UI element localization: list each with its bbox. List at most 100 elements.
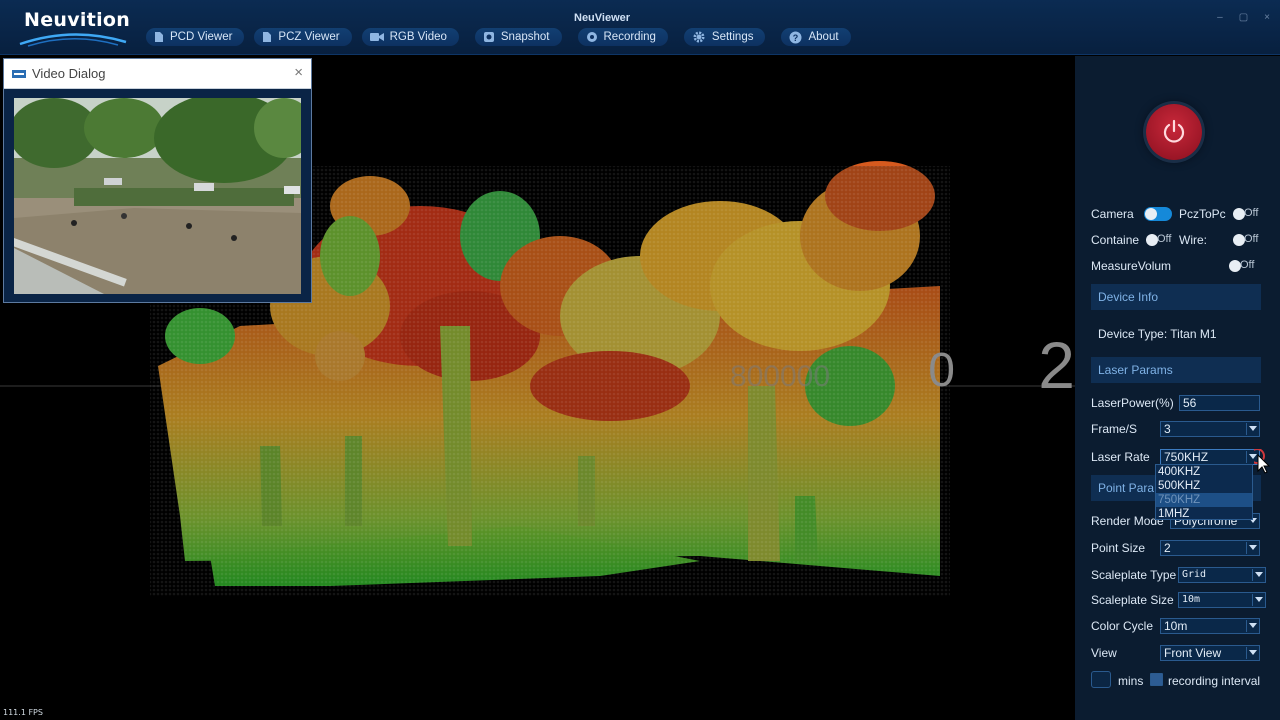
dropdown-option[interactable]: 500KHZ xyxy=(1156,479,1252,493)
color-cycle-label: Color Cycle xyxy=(1091,619,1154,633)
measure-volume-label: MeasureVolum xyxy=(1091,259,1172,273)
select-value: Grid xyxy=(1182,569,1207,580)
tab-settings[interactable]: Settings xyxy=(683,28,766,46)
recording-interval-checkbox[interactable] xyxy=(1150,673,1163,686)
laser-power-label: LaserPower(%) xyxy=(1091,396,1174,410)
toggle-state: Off xyxy=(1244,233,1259,245)
render-mode-label: Render Mode xyxy=(1091,514,1164,528)
gear-icon xyxy=(693,31,705,43)
chevron-down-icon xyxy=(1249,623,1257,628)
pcztopc-toggle[interactable]: Off xyxy=(1232,207,1260,221)
app-title: NeuViewer xyxy=(574,12,631,24)
tab-label: Recording xyxy=(603,31,656,43)
view-label: View xyxy=(1091,646,1117,660)
video-camera-icon xyxy=(369,33,384,41)
grid-scale-overlay: 800000 xyxy=(730,360,830,393)
select-value: Front View xyxy=(1164,646,1222,660)
laser-params-header[interactable]: Laser Params xyxy=(1091,357,1261,383)
mins-label: mins xyxy=(1118,674,1144,688)
grid-scale-label-partial: 0 xyxy=(928,344,955,397)
tab-about[interactable]: ? About xyxy=(781,28,851,46)
tab-snapshot[interactable]: Snapshot xyxy=(474,28,562,46)
device-info-header[interactable]: Device Info xyxy=(1091,284,1261,310)
frame-rate-select[interactable]: 3 xyxy=(1160,421,1260,437)
measure-volume-toggle[interactable]: Off xyxy=(1228,259,1256,273)
dropdown-option[interactable]: 400KHZ xyxy=(1156,465,1252,479)
fps-counter: 111.1 FPS xyxy=(3,708,43,717)
maximize-button[interactable]: ▢ xyxy=(1239,12,1248,23)
toggle-knob xyxy=(1145,208,1157,220)
toggle-state: Off xyxy=(1157,233,1172,245)
select-divider xyxy=(1246,620,1247,632)
pcztopc-label: PczToPc xyxy=(1179,207,1226,221)
tab-label: PCZ Viewer xyxy=(278,31,340,43)
tab-rgb-video[interactable]: RGB Video xyxy=(361,28,459,46)
scaleplate-size-select[interactable]: 10m xyxy=(1178,592,1266,608)
document-icon xyxy=(263,32,272,42)
video-dialog-title: Video Dialog xyxy=(32,66,106,81)
laser-power-input[interactable]: 56 xyxy=(1179,395,1260,411)
scaleplate-type-label: Scaleplate Type xyxy=(1091,568,1177,582)
dropdown-option-selected[interactable]: 750KHZ xyxy=(1156,493,1252,507)
select-value: 10m xyxy=(1164,619,1188,633)
camera-toggle[interactable] xyxy=(1144,207,1172,221)
logo-swoosh-icon xyxy=(19,33,127,47)
dropdown-option[interactable]: 1MHZ xyxy=(1156,507,1252,521)
chevron-down-icon xyxy=(1249,426,1257,431)
svg-text:?: ? xyxy=(793,33,799,43)
tab-label: RGB Video xyxy=(389,31,447,43)
window-controls: – ▢ × xyxy=(1217,12,1270,23)
select-divider xyxy=(1246,542,1247,554)
close-icon[interactable]: × xyxy=(294,65,303,81)
select-divider xyxy=(1246,451,1247,463)
power-button[interactable] xyxy=(1146,104,1202,160)
mouse-cursor-icon xyxy=(1254,449,1271,474)
view-select[interactable]: Front View xyxy=(1160,645,1260,661)
record-icon xyxy=(586,32,597,42)
help-icon: ? xyxy=(789,31,802,43)
select-value: 3 xyxy=(1164,422,1171,436)
video-dialog[interactable]: Video Dialog × xyxy=(3,58,312,303)
neuvition-logo: Neuvition xyxy=(18,8,130,47)
select-divider xyxy=(1246,647,1247,659)
select-divider xyxy=(1252,594,1253,606)
scaleplate-type-select[interactable]: Grid xyxy=(1178,567,1266,583)
video-dialog-titlebar[interactable]: Video Dialog × xyxy=(4,59,311,89)
tab-label: About xyxy=(808,31,839,43)
laser-rate-label: Laser Rate xyxy=(1091,450,1150,464)
select-divider xyxy=(1246,423,1247,435)
wire-toggle[interactable]: Off xyxy=(1232,233,1260,247)
laser-rate-dropdown[interactable]: 400KHZ 500KHZ 750KHZ 1MHZ xyxy=(1155,464,1253,520)
point-size-select[interactable]: 2 xyxy=(1160,540,1260,556)
minimize-button[interactable]: – xyxy=(1217,12,1223,23)
tab-label: PCD Viewer xyxy=(170,31,233,43)
chevron-down-icon xyxy=(1249,650,1257,655)
grid-scale-label: 2 xyxy=(1038,328,1075,402)
power-icon xyxy=(1163,119,1185,143)
document-icon xyxy=(155,32,163,42)
chevron-down-icon xyxy=(1255,572,1263,577)
select-divider xyxy=(1252,569,1253,581)
select-value: 2 xyxy=(1164,541,1171,555)
close-button[interactable]: × xyxy=(1264,12,1270,23)
device-type-text: Device Type: Titan M1 xyxy=(1098,327,1217,341)
container-toggle[interactable]: Off xyxy=(1145,233,1173,247)
recording-mins-input[interactable] xyxy=(1091,671,1111,688)
camera-scene-image xyxy=(14,98,301,294)
camera-label: Camera xyxy=(1091,207,1134,221)
tab-pcd-viewer[interactable]: PCD Viewer xyxy=(146,28,245,46)
wire-label: Wire: xyxy=(1179,233,1207,247)
select-value: 750KHZ xyxy=(1164,450,1209,464)
container-label: Containe xyxy=(1091,233,1140,247)
laser-rate-select[interactable]: 750KHZ xyxy=(1160,449,1260,465)
tab-recording[interactable]: Recording xyxy=(577,28,668,46)
select-value: 10m xyxy=(1182,594,1201,605)
recording-interval-label: recording interval xyxy=(1168,674,1261,688)
color-cycle-select[interactable]: 10m xyxy=(1160,618,1260,634)
toggle-state: Off xyxy=(1240,259,1255,271)
tab-pcz-viewer[interactable]: PCZ Viewer xyxy=(254,28,352,46)
toggle-state: Off xyxy=(1244,207,1259,219)
chevron-down-icon xyxy=(1249,545,1257,550)
app-small-icon xyxy=(12,69,26,78)
point-size-label: Point Size xyxy=(1091,541,1146,555)
